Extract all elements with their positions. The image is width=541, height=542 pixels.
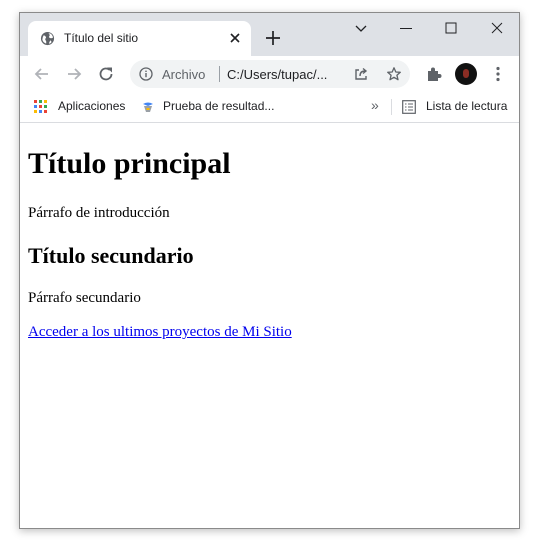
bookmark-prueba-resultados[interactable]: Prueba de resultad... (141, 92, 281, 122)
menu-dots-icon[interactable] (488, 64, 508, 84)
tab-active[interactable]: Título del sitio (28, 21, 251, 56)
omnibox-divider (219, 66, 220, 82)
profile-avatar[interactable] (455, 63, 477, 85)
close-window-icon[interactable] (484, 17, 510, 39)
toolbar: Archivo C:/Users/tupac/... (20, 56, 519, 92)
share-icon[interactable] (353, 66, 369, 82)
reading-list-button[interactable]: Lista de lectura (402, 92, 519, 122)
secondary-paragraph: Párrafo secundario (28, 290, 141, 306)
bookmarks-bar: Aplicaciones Prueba de resultad... » Lis… (20, 92, 519, 123)
apps-grid-icon (34, 100, 47, 113)
avatar-image (463, 69, 469, 78)
scheme-label: Archivo (162, 67, 206, 82)
tab-search-chevron-down-icon[interactable] (348, 17, 374, 39)
reading-list-label: Lista de lectura (426, 99, 508, 113)
projects-link[interactable]: Acceder a los ultimos proyectos de Mi Si… (28, 324, 292, 341)
info-icon[interactable] (139, 67, 153, 81)
forward-arrow-icon[interactable] (64, 64, 84, 84)
back-arrow-icon[interactable] (32, 64, 52, 84)
bookmarks-divider (391, 99, 392, 115)
browser-window: Título del sitio Archivo C:/Users/tupac/… (19, 12, 520, 529)
reading-list-icon (402, 100, 416, 114)
address-bar[interactable]: Archivo C:/Users/tupac/... (130, 60, 410, 88)
bookmark-star-icon[interactable] (386, 66, 402, 82)
tab-title: Título del sitio (64, 31, 139, 45)
page-title: Título principal (28, 147, 231, 180)
new-tab-icon[interactable] (262, 27, 284, 49)
url-text[interactable]: C:/Users/tupac/... (227, 67, 327, 82)
globe-icon (40, 31, 55, 46)
intro-paragraph: Párrafo de introducción (28, 205, 170, 221)
page-content: Título principal Párrafo de introducción… (20, 123, 519, 528)
bookmark-label: Prueba de resultad... (163, 99, 275, 113)
secondary-heading: Título secundario (28, 243, 194, 268)
tab-strip: Título del sitio (20, 13, 519, 56)
reload-icon[interactable] (96, 64, 116, 84)
bookmark-aplicaciones[interactable]: Aplicaciones (34, 92, 134, 122)
bookmarks-overflow-chevron-icon[interactable]: » (371, 97, 379, 113)
close-icon[interactable] (226, 29, 244, 47)
bookmark-label: Aplicaciones (58, 99, 126, 113)
maximize-icon[interactable] (438, 17, 464, 39)
minimize-icon[interactable] (393, 17, 419, 39)
test-flask-icon (143, 102, 153, 112)
extensions-puzzle-icon[interactable] (424, 64, 444, 84)
